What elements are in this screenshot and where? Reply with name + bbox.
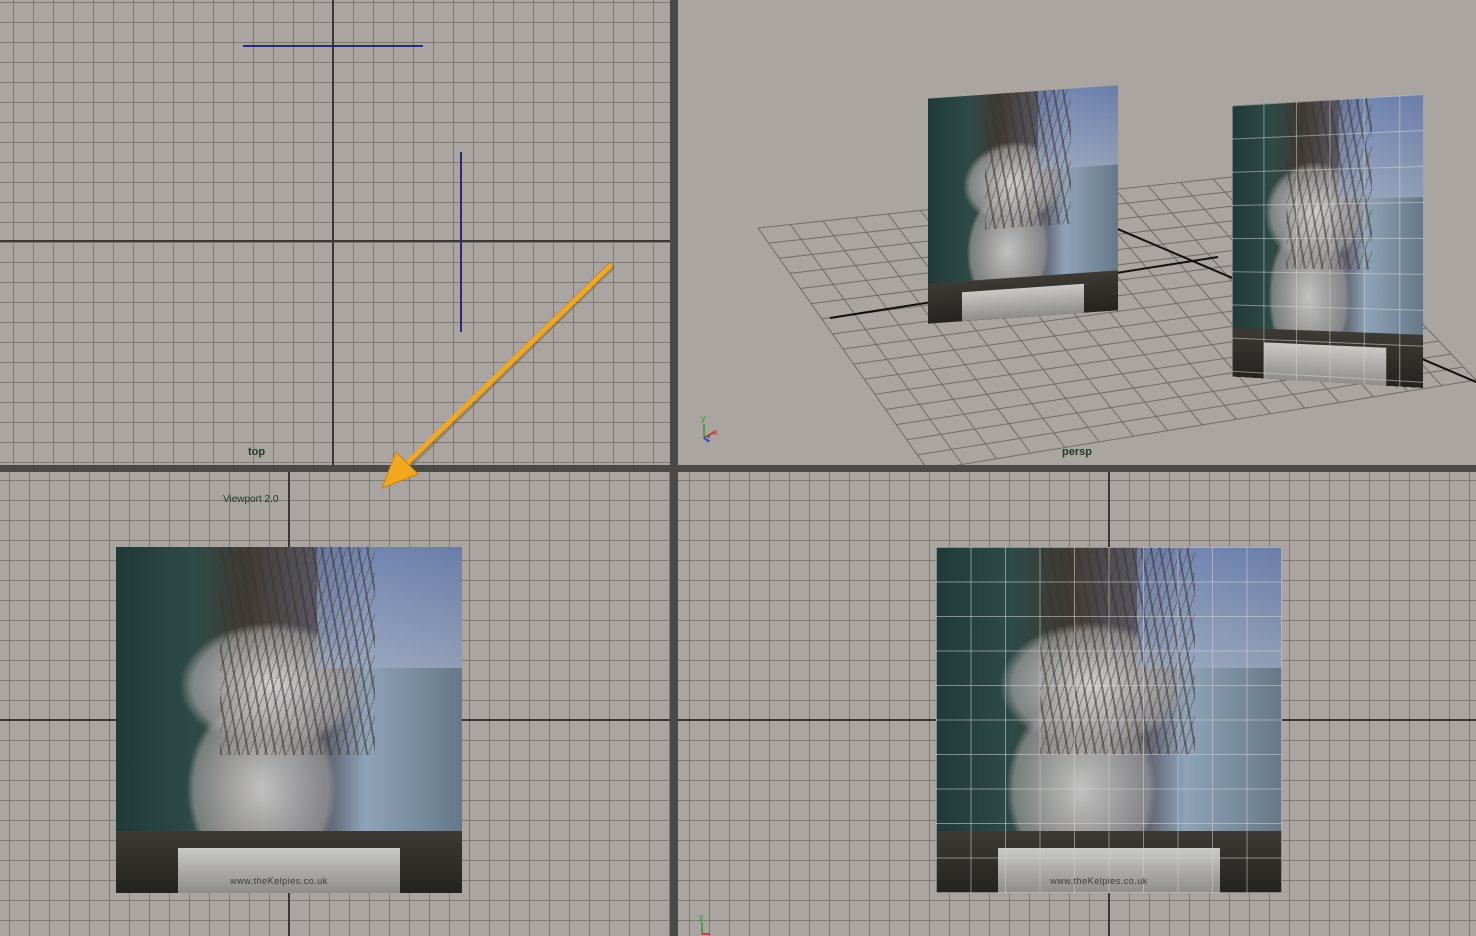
photo-caption: www.theKelpies.co.uk — [1050, 876, 1148, 887]
viewport-splitter-horizontal[interactable] — [0, 465, 1476, 472]
viewport-top[interactable]: top — [0, 0, 670, 465]
maya-viewport-layout: top y x z persp Viewport 2.0 www.theKelp… — [0, 0, 1476, 936]
axis-label-y: y — [701, 413, 706, 423]
viewport-label-top: top — [248, 446, 266, 458]
world-axis-horizontal — [0, 240, 670, 242]
axis-label-x: x — [713, 427, 718, 437]
image-plane-edge-side[interactable] — [460, 152, 462, 332]
image-plane-photo[interactable]: www.theKelpies.co.uk — [116, 547, 462, 893]
image-plane-side[interactable] — [1231, 94, 1423, 388]
viewport-splitter-vertical[interactable] — [670, 0, 678, 936]
viewport-front[interactable]: www.theKelpies.co.uk y — [678, 472, 1476, 936]
renderer-label: Viewport 2.0 — [223, 494, 279, 505]
image-plane-photo[interactable]: www.theKelpies.co.uk — [936, 547, 1282, 893]
photo-caption: www.theKelpies.co.uk — [230, 876, 328, 887]
grid-overlay — [1231, 94, 1423, 388]
photo-pedestal — [178, 848, 400, 893]
viewport-label-persp: persp — [1062, 446, 1092, 458]
axis-label-y: y — [699, 912, 704, 922]
viewport-side[interactable]: Viewport 2.0 www.theKelpies.co.uk — [0, 472, 670, 936]
image-plane-edge-top-view[interactable] — [243, 45, 423, 47]
photo-trees — [219, 547, 376, 755]
world-axis-vertical — [332, 0, 334, 465]
viewport-persp[interactable]: y x z persp — [678, 0, 1476, 465]
image-plane-front[interactable] — [928, 85, 1118, 324]
grid-overlay — [936, 547, 1282, 893]
axis-label-z: z — [706, 433, 711, 443]
photo-trees — [985, 88, 1071, 230]
